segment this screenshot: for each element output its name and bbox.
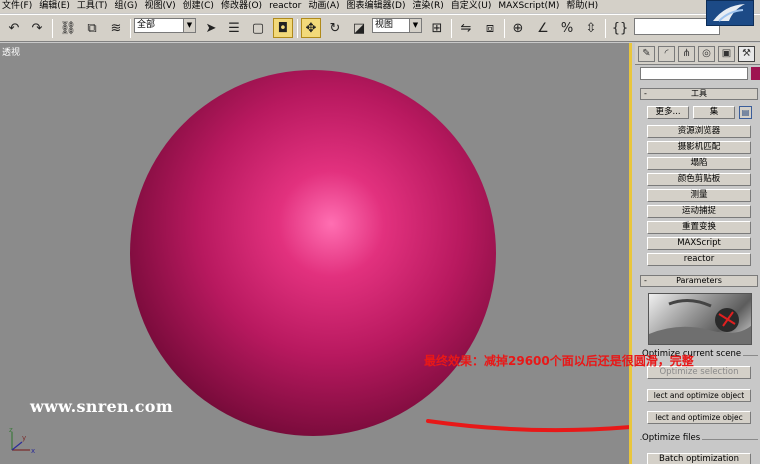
menu-reactor[interactable]: reactor [267,0,306,13]
menu-edit[interactable]: 编辑(E) [37,0,75,13]
object-color-swatch[interactable] [751,67,760,80]
maxscript-button[interactable]: MAXScript [647,237,751,250]
motion-capture-button[interactable]: 运动捕捉 [647,205,751,218]
more-button[interactable]: 更多... [647,106,689,119]
logo-icon [713,4,745,22]
toolbar-separator [504,19,505,38]
motion-tab-icon[interactable]: ◎ [698,46,715,62]
select-object-icon[interactable]: ➤ [201,18,221,38]
panel-tabs: ✎ ◜ ⋔ ◎ ▣ ⚒ [635,43,760,65]
scale-icon[interactable]: ◪ [349,18,369,38]
create-tab-icon[interactable]: ✎ [638,46,655,62]
camera-match-button[interactable]: 摄影机匹配 [647,141,751,154]
parameters-rollout-header[interactable]: - Parameters [640,275,758,287]
menu-rendering[interactable]: 渲染(R) [410,0,448,13]
hierarchy-tab-icon[interactable]: ⋔ [678,46,695,62]
chevron-down-icon: ▼ [183,19,195,32]
align-icon[interactable]: ⧈ [480,18,500,38]
color-clipboard-button[interactable]: 颜色剪贴板 [647,173,751,186]
svg-text:y: y [22,434,26,442]
undo-icon[interactable]: ↶ [4,18,24,38]
perspective-viewport[interactable]: 透视 z x y www.snren.com [0,43,632,464]
app-window: 文件(F) 编辑(E) 工具(T) 组(G) 视图(V) 创建(C) 修改器(O… [0,0,760,464]
angle-snap-icon[interactable]: ∠ [533,18,553,38]
menu-animation[interactable]: 动画(A) [306,0,344,13]
toolbar-separator [451,19,452,38]
selection-filter-dropdown[interactable]: 全部 ▼ [134,18,196,33]
menu-modifiers[interactable]: 修改器(O) [219,0,267,13]
axis-tripod-icon: z x y [9,426,35,455]
menu-file[interactable]: 文件(F) [0,0,37,13]
svg-text:z: z [9,426,13,434]
rotate-icon[interactable]: ↻ [325,18,345,38]
select-and-optimize-button[interactable]: lect and optimize object [647,389,751,402]
plugin-banner-image [648,293,752,345]
svg-text:x: x [31,447,35,455]
reset-xform-button[interactable]: 重置变换 [647,221,751,234]
measure-button[interactable]: 测量 [647,189,751,202]
move-icon[interactable]: ✥ [301,18,321,38]
reference-coord-dropdown[interactable]: 视图 ▼ [372,18,422,33]
menu-graph-editors[interactable]: 图表编辑器(D) [345,0,411,13]
named-selection-icon[interactable]: {} [610,18,630,38]
annotation-underline [426,419,629,433]
menu-help[interactable]: 帮助(H) [564,0,603,13]
asset-browser-button[interactable]: 资源浏览器 [647,125,751,138]
menu-customize[interactable]: 自定义(U) [449,0,497,13]
menu-tools[interactable]: 工具(T) [75,0,113,13]
viewport-label[interactable]: 透视 [2,45,20,58]
batch-optimization-button[interactable]: Batch optimization [647,453,751,464]
toolbar-separator [130,19,131,38]
optimize-files-label: Optimize files [642,433,703,443]
watermark-text: www.snren.com [30,397,173,416]
command-panel: ✎ ◜ ⋔ ◎ ▣ ⚒ - 工具 更多... 集 ▤ 资源浏览器 摄影机匹配 塌… [635,43,760,464]
selection-filter-value: 全部 [137,20,156,30]
toolbar-separator [297,19,298,38]
collapse-button[interactable]: 塌陷 [647,157,751,170]
menu-bar: 文件(F) 编辑(E) 工具(T) 组(G) 视图(V) 创建(C) 修改器(O… [0,0,760,13]
mirror-icon[interactable]: ⇋ [456,18,476,38]
utilities-rollout-header[interactable]: - 工具 [640,88,758,100]
rollout-title: 工具 [691,89,707,98]
menu-create[interactable]: 创建(C) [181,0,219,13]
menu-maxscript[interactable]: MAXScript(M) [496,0,564,13]
annotation-text: 最终效果：减掉29600个面以后还是很圆滑，完整 [424,354,694,368]
chevron-down-icon: ▼ [409,19,421,32]
toolbar-separator [52,19,53,38]
bind-spacewarp-icon[interactable]: ≋ [106,18,126,38]
display-tab-icon[interactable]: ▣ [718,46,735,62]
rect-selection-icon[interactable]: ▢ [248,18,268,38]
select-and-optimize-objects-button[interactable]: lect and optimize objec [647,411,751,424]
main-toolbar: ↶ ↷ ⛓ ⧉ ≋ 全部 ▼ ➤ ☰ ▢ ◘ ✥ ↻ ◪ 视图 ▼ ⊞ ⇋ ⧈ … [0,14,760,42]
sphere-object[interactable] [130,70,496,436]
window-crossing-icon[interactable]: ◘ [273,18,293,38]
reference-coord-value: 视图 [375,20,394,30]
redo-icon[interactable]: ↷ [27,18,47,38]
select-link-icon[interactable]: ⛓ [58,18,78,38]
reactor-button[interactable]: reactor [647,253,751,266]
snap-icon[interactable]: ⊕ [508,18,528,38]
pivot-center-icon[interactable]: ⊞ [427,18,447,38]
object-name-field[interactable] [640,67,748,80]
select-by-name-icon[interactable]: ☰ [224,18,244,38]
banner-art-icon [649,299,751,344]
toolbar-separator [605,19,606,38]
unlink-icon[interactable]: ⧉ [82,18,102,38]
utilities-tab-icon[interactable]: ⚒ [738,46,755,62]
modify-tab-icon[interactable]: ◜ [658,46,675,62]
percent-snap-icon[interactable]: % [557,18,577,38]
configure-sets-icon[interactable]: ▤ [739,106,752,119]
sets-button[interactable]: 集 [693,106,735,119]
rollout-title: Parameters [676,276,722,285]
app-logo [706,0,754,26]
spinner-snap-icon[interactable]: ⇳ [581,18,601,38]
menu-views[interactable]: 视图(V) [142,0,180,13]
menu-group[interactable]: 组(G) [112,0,142,13]
